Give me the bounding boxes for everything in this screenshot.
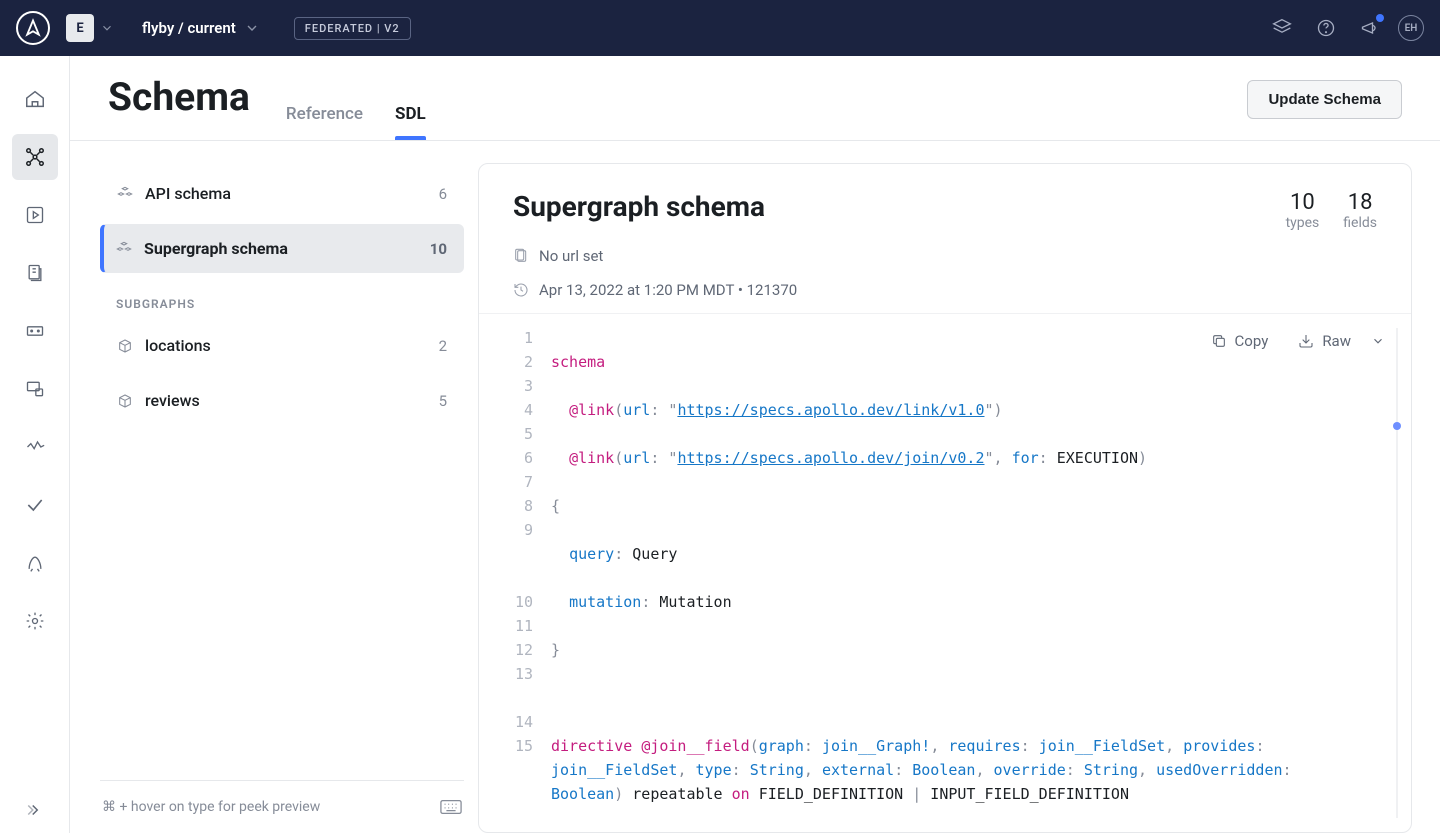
- clipboard-icon: [513, 248, 529, 264]
- nav-home[interactable]: [12, 76, 58, 122]
- detail-area: Supergraph schema 10 types 18 fields: [478, 141, 1440, 833]
- nav-schema[interactable]: [12, 134, 58, 180]
- nav-clients[interactable]: [12, 366, 58, 412]
- org-switcher[interactable]: E: [62, 10, 118, 46]
- footer-hint-text: ⌘ + hover on type for peek preview: [102, 799, 320, 815]
- cube-icon: [117, 393, 133, 409]
- graph-breadcrumb[interactable]: flyby / current: [142, 19, 260, 37]
- tab-reference[interactable]: Reference: [286, 104, 363, 140]
- chevron-down-icon: [100, 21, 114, 35]
- detail-card: Supergraph schema 10 types 18 fields: [478, 163, 1412, 833]
- sidebar-item-count: 6: [439, 185, 447, 203]
- keyboard-icon[interactable]: [440, 799, 462, 815]
- stat-types: 10 types: [1286, 190, 1320, 231]
- topbar: E flyby / current FEDERATED | V2 EH: [0, 0, 1440, 56]
- timestamp-text: Apr 13, 2022 at 1:20 PM MDT • 121370: [539, 281, 797, 299]
- nav-checks[interactable]: [12, 482, 58, 528]
- sidebar-item-count: 5: [439, 392, 447, 410]
- apollo-logo: [16, 11, 50, 45]
- code-content: schema @link(url: "https://specs.apollo.…: [551, 326, 1411, 832]
- stats: 10 types 18 fields: [1286, 190, 1377, 231]
- boxes-icon: [116, 241, 132, 257]
- sidebar-item-label: API schema: [145, 184, 427, 203]
- sidebar-item-locations[interactable]: locations 2: [100, 321, 464, 370]
- help-icon[interactable]: [1310, 12, 1342, 44]
- code-scroll[interactable]: 1 2 3 4 5 6 7 8 9 10 11 12 13 14 15 sche…: [479, 314, 1411, 832]
- page-header: Schema Reference SDL Update Schema: [70, 56, 1440, 141]
- nav-expand[interactable]: [12, 787, 58, 833]
- detail-title: Supergraph schema: [513, 190, 1286, 223]
- nav-fields[interactable]: [12, 308, 58, 354]
- sidebar-item-reviews[interactable]: reviews 5: [100, 376, 464, 425]
- org-badge: E: [66, 14, 94, 42]
- tab-sdl[interactable]: SDL: [395, 104, 426, 140]
- url-text: No url set: [539, 247, 603, 265]
- page-title: Schema: [108, 74, 250, 140]
- history-icon: [513, 282, 529, 298]
- raw-dropdown[interactable]: Raw: [1292, 328, 1391, 354]
- cube-icon: [117, 338, 133, 354]
- url-row: No url set: [513, 247, 1377, 265]
- user-avatar[interactable]: EH: [1398, 15, 1424, 41]
- sidebar-item-supergraph-schema[interactable]: Supergraph schema 10: [100, 224, 464, 273]
- nav-settings[interactable]: [12, 598, 58, 644]
- nav-operations[interactable]: [12, 424, 58, 470]
- tabs: Reference SDL: [286, 74, 426, 140]
- code-viewer: Copy Raw 1 2 3 4 5 6 7 8 9 10 11 12 1: [479, 313, 1411, 832]
- sidebar-item-label: reviews: [145, 391, 427, 410]
- schema-list: API schema 6 Supergraph schema 10 SUBGRA…: [70, 141, 478, 833]
- federated-badge: FEDERATED | V2: [294, 17, 411, 40]
- timestamp-row: Apr 13, 2022 at 1:20 PM MDT • 121370: [513, 281, 1377, 299]
- boxes-icon: [117, 186, 133, 202]
- sidebar-item-api-schema[interactable]: API schema 6: [100, 169, 464, 218]
- copy-button[interactable]: Copy: [1205, 328, 1275, 354]
- nav-launches[interactable]: [12, 540, 58, 586]
- subgraphs-header: SUBGRAPHS: [100, 279, 464, 321]
- nav-explorer[interactable]: [12, 192, 58, 238]
- sidebar-item-count: 10: [430, 240, 447, 258]
- footer-hint: ⌘ + hover on type for peek preview: [100, 780, 464, 833]
- left-nav: [0, 56, 70, 833]
- update-schema-button[interactable]: Update Schema: [1247, 80, 1402, 119]
- announcement-icon[interactable]: [1354, 12, 1386, 44]
- sidebar-item-count: 2: [439, 337, 447, 355]
- sidebar-item-label: locations: [145, 336, 427, 355]
- line-gutter: 1 2 3 4 5 6 7 8 9 10 11 12 13 14 15: [479, 326, 551, 832]
- notification-dot: [1376, 14, 1384, 22]
- breadcrumb-text: flyby / current: [142, 19, 236, 37]
- sidebar-item-label: Supergraph schema: [144, 239, 418, 258]
- stat-fields: 18 fields: [1343, 190, 1377, 231]
- stack-icon[interactable]: [1266, 12, 1298, 44]
- chevron-down-icon: [244, 20, 260, 36]
- nav-changelog[interactable]: [12, 250, 58, 296]
